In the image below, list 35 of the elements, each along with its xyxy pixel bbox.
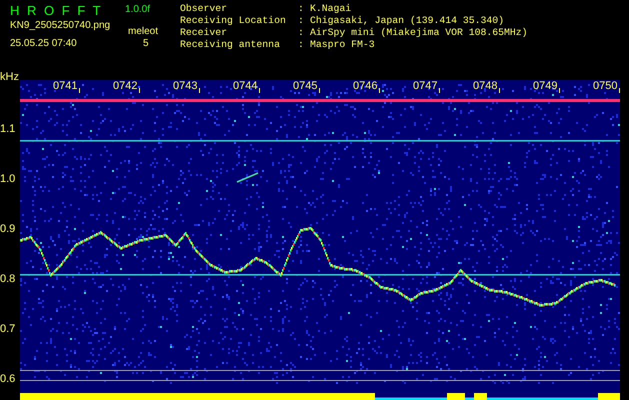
meteor-count: 5: [142, 39, 150, 49]
info-separator: :: [298, 39, 305, 51]
time-label: 0742: [113, 81, 138, 92]
info-value: AirSpy mini (Miakejima VOR 108.65MHz): [310, 27, 528, 39]
frequency-label: 0.7: [0, 324, 16, 335]
frequency-label: 0.8: [0, 274, 16, 285]
info-label: Receiver: [180, 27, 228, 39]
time-label: 0749: [533, 81, 558, 92]
unit-label: kHz: [0, 72, 19, 83]
filename-label: KN9_2505250740.png: [10, 21, 112, 31]
info-label: Receiving antenna: [180, 39, 281, 51]
timestamp-label: 25.05.25 07:40: [10, 39, 78, 49]
info-separator: :: [298, 15, 305, 27]
info-separator: :: [298, 27, 305, 39]
frequency-label: 0.9: [0, 224, 16, 235]
mode-label: meleot: [127, 27, 160, 37]
time-label: 0744: [233, 81, 258, 92]
time-label: 0748: [473, 81, 498, 92]
info-label: Receiving Location: [180, 15, 287, 27]
version-label: 1.0.0f: [125, 5, 152, 15]
info-label: Observer: [180, 3, 228, 15]
time-label: 0750: [593, 81, 618, 92]
info-value: Chigasaki, Japan (139.414 35.340): [310, 15, 504, 27]
time-label: 0741: [53, 81, 78, 92]
time-label: 0743: [173, 81, 198, 92]
info-value: Maspro FM-3: [310, 39, 375, 51]
time-label: 0745: [293, 81, 318, 92]
frequency-label: 1.0: [0, 174, 16, 185]
frequency-label: 0.6: [0, 374, 16, 385]
app-title: H R O F F T: [10, 4, 104, 16]
info-separator: :: [298, 3, 305, 15]
frequency-label: 1.1: [0, 124, 16, 135]
time-label: 0747: [413, 81, 438, 92]
info-value: K.Nagai: [310, 3, 352, 15]
time-label: 0746: [353, 81, 378, 92]
